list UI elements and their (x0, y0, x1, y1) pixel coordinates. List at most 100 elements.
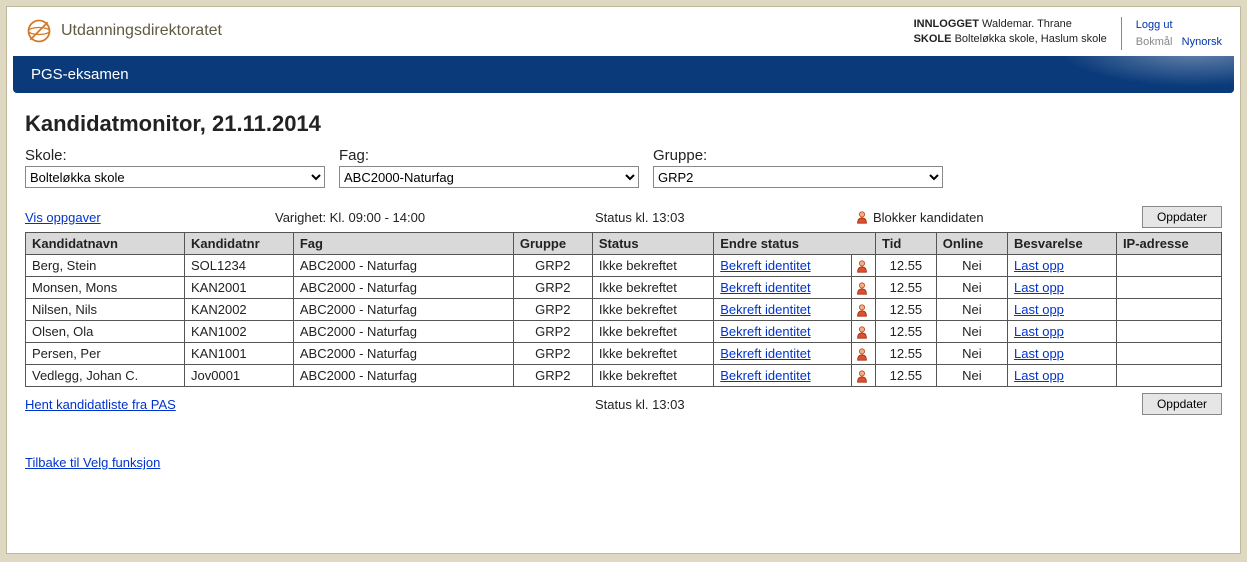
cell-besv: Last opp (1008, 321, 1117, 343)
cell-blokker-icon[interactable] (852, 299, 876, 321)
hent-kandidatliste-link[interactable]: Hent kandidatliste fra PAS (25, 397, 176, 412)
table-row: Monsen, MonsKAN2001ABC2000 - NaturfagGRP… (26, 277, 1222, 299)
cell-online: Nei (936, 343, 1007, 365)
gruppe-label: Gruppe: (653, 147, 943, 164)
person-icon (855, 303, 869, 317)
cell-endre: Bekreft identitet (714, 255, 852, 277)
bekreft-identitet-link[interactable]: Bekreft identitet (720, 302, 810, 317)
cell-status: Ikke bekreftet (592, 299, 713, 321)
table-row: Berg, SteinSOL1234ABC2000 - NaturfagGRP2… (26, 255, 1222, 277)
oppdater-button-top[interactable]: Oppdater (1142, 206, 1222, 228)
cell-tid: 12.55 (876, 365, 937, 387)
cell-tid: 12.55 (876, 255, 937, 277)
cell-ip (1116, 321, 1221, 343)
cell-navn: Vedlegg, Johan C. (26, 365, 185, 387)
cell-endre: Bekreft identitet (714, 321, 852, 343)
cell-besv: Last opp (1008, 299, 1117, 321)
vis-oppgaver-link[interactable]: Vis oppgaver (25, 210, 101, 225)
cell-gruppe: GRP2 (513, 255, 592, 277)
cell-online: Nei (936, 255, 1007, 277)
th-tid: Tid (876, 233, 937, 255)
bekreft-identitet-link[interactable]: Bekreft identitet (720, 346, 810, 361)
cell-nr: KAN1002 (185, 321, 294, 343)
cell-nr: SOL1234 (185, 255, 294, 277)
logout-link[interactable]: Logg ut (1136, 19, 1173, 31)
cell-nr: KAN2001 (185, 277, 294, 299)
bekreft-identitet-link[interactable]: Bekreft identitet (720, 368, 810, 383)
cell-gruppe: GRP2 (513, 299, 592, 321)
last-opp-link[interactable]: Last opp (1014, 368, 1064, 383)
school-name: Bolteløkka skole, Haslum skole (955, 33, 1107, 45)
table-row: Persen, PerKAN1001ABC2000 - NaturfagGRP2… (26, 343, 1222, 365)
page-title: Kandidatmonitor, 21.11.2014 (25, 111, 1222, 137)
tilbake-link[interactable]: Tilbake til Velg funksjon (25, 455, 160, 470)
bekreft-identitet-link[interactable]: Bekreft identitet (720, 324, 810, 339)
table-row: Nilsen, NilsKAN2002ABC2000 - NaturfagGRP… (26, 299, 1222, 321)
cell-gruppe: GRP2 (513, 321, 592, 343)
th-status: Status (592, 233, 713, 255)
th-ip: IP-adresse (1116, 233, 1221, 255)
cell-fag: ABC2000 - Naturfag (293, 299, 513, 321)
th-endre: Endre status (714, 233, 876, 255)
last-opp-link[interactable]: Last opp (1014, 346, 1064, 361)
cell-endre: Bekreft identitet (714, 277, 852, 299)
gruppe-select[interactable]: GRP2 (653, 166, 943, 188)
lang-bokmal: Bokmål (1136, 36, 1173, 48)
cell-besv: Last opp (1008, 255, 1117, 277)
person-icon (855, 347, 869, 361)
skole-select[interactable]: Bolteløkka skole (25, 166, 325, 188)
cell-navn: Nilsen, Nils (26, 299, 185, 321)
cell-ip (1116, 343, 1221, 365)
cell-gruppe: GRP2 (513, 365, 592, 387)
cell-navn: Persen, Per (26, 343, 185, 365)
cell-nr: KAN2002 (185, 299, 294, 321)
last-opp-link[interactable]: Last opp (1014, 258, 1064, 273)
th-navn: Kandidatnavn (26, 233, 185, 255)
blokker-text: Blokker kandidaten (873, 210, 984, 225)
cell-ip (1116, 299, 1221, 321)
cell-online: Nei (936, 277, 1007, 299)
cell-besv: Last opp (1008, 343, 1117, 365)
th-online: Online (936, 233, 1007, 255)
person-icon (855, 325, 869, 339)
cell-blokker-icon[interactable] (852, 255, 876, 277)
cell-fag: ABC2000 - Naturfag (293, 321, 513, 343)
cell-navn: Berg, Stein (26, 255, 185, 277)
oppdater-button-bottom[interactable]: Oppdater (1142, 393, 1222, 415)
varighet-text: Varighet: Kl. 09:00 - 14:00 (275, 210, 595, 225)
cell-blokker-icon[interactable] (852, 277, 876, 299)
cell-blokker-icon[interactable] (852, 365, 876, 387)
status-time-bottom: Status kl. 13:03 (595, 397, 1142, 412)
cell-fag: ABC2000 - Naturfag (293, 343, 513, 365)
cell-blokker-icon[interactable] (852, 321, 876, 343)
cell-gruppe: GRP2 (513, 343, 592, 365)
bekreft-identitet-link[interactable]: Bekreft identitet (720, 258, 810, 273)
banner-title: PGS-eksamen (13, 56, 1234, 93)
table-row: Olsen, OlaKAN1002ABC2000 - NaturfagGRP2I… (26, 321, 1222, 343)
cell-tid: 12.55 (876, 299, 937, 321)
logged-in-user: Waldemar. Thrane (982, 18, 1072, 30)
brand-logo: Utdanningsdirektoratet (25, 17, 222, 45)
bekreft-identitet-link[interactable]: Bekreft identitet (720, 280, 810, 295)
login-info: INNLOGGET Waldemar. Thrane SKOLE Boltelø… (914, 17, 1107, 48)
cell-fag: ABC2000 - Naturfag (293, 255, 513, 277)
cell-blokker-icon[interactable] (852, 343, 876, 365)
cell-besv: Last opp (1008, 365, 1117, 387)
blokker-icon (855, 210, 869, 224)
cell-status: Ikke bekreftet (592, 343, 713, 365)
cell-online: Nei (936, 321, 1007, 343)
cell-nr: Jov0001 (185, 365, 294, 387)
fag-select[interactable]: ABC2000-Naturfag (339, 166, 639, 188)
cell-ip (1116, 277, 1221, 299)
last-opp-link[interactable]: Last opp (1014, 324, 1064, 339)
brand-text: Utdanningsdirektoratet (61, 22, 222, 40)
last-opp-link[interactable]: Last opp (1014, 302, 1064, 317)
last-opp-link[interactable]: Last opp (1014, 280, 1064, 295)
cell-online: Nei (936, 365, 1007, 387)
cell-tid: 12.55 (876, 343, 937, 365)
cell-tid: 12.55 (876, 277, 937, 299)
cell-status: Ikke bekreftet (592, 365, 713, 387)
kandidat-table: Kandidatnavn Kandidatnr Fag Gruppe Statu… (25, 232, 1222, 387)
lang-nynorsk[interactable]: Nynorsk (1182, 36, 1222, 48)
cell-status: Ikke bekreftet (592, 321, 713, 343)
